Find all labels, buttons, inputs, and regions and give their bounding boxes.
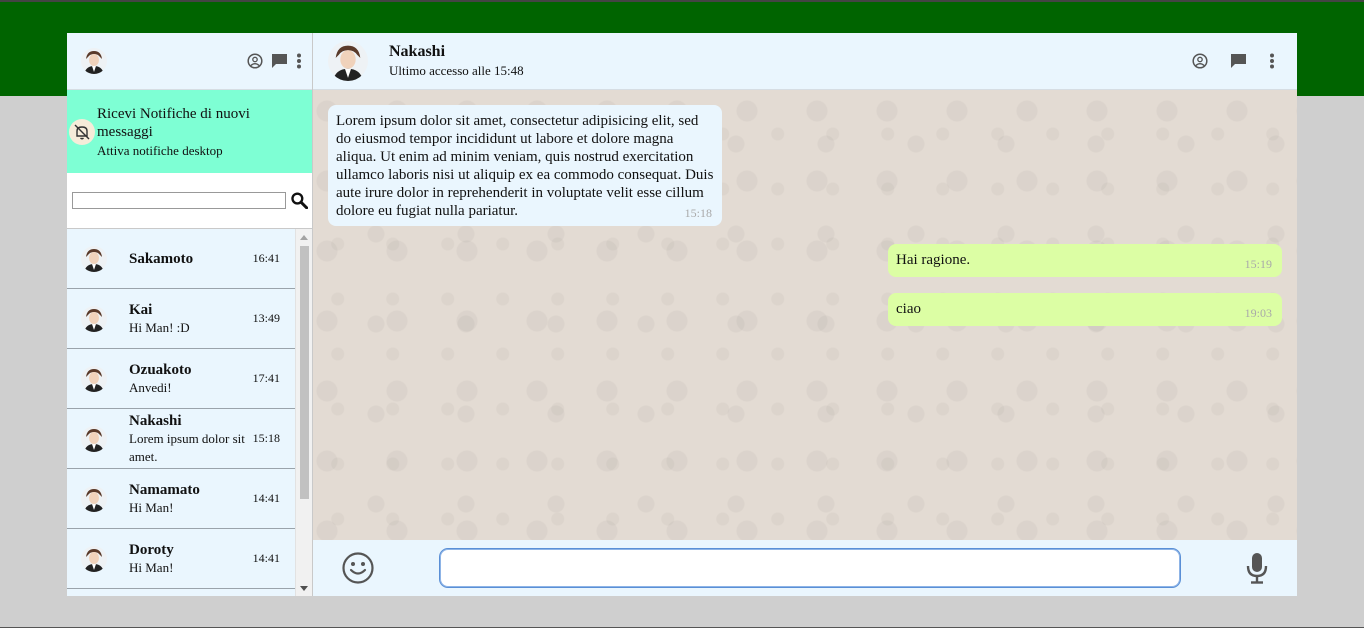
chat-list-item[interactable]: Sakamoto 16:41 [67,229,296,289]
notification-title: Ricevi Notifiche di nuovi messaggi [97,105,250,140]
sent-message: Hai ragione. 15:19 [888,244,1282,277]
chat-time: 15:18 [252,431,280,445]
search-icon[interactable] [291,192,308,209]
scroll-down-arrow[interactable] [300,586,308,591]
chat-info: Doroty Hi Man! [129,541,249,577]
chat-name: Doroty [129,541,174,558]
chat-time: 14:41 [252,491,280,505]
conversation-header: Nakashi Ultimo accesso alle 15:48 [313,33,1297,90]
message-text: Hai ragione. [896,252,971,268]
chat-list-container: Sakamoto 16:41 Kai Hi Man! :D 13:49 Ozuakoto A… [67,229,312,596]
chat-time: 13:49 [252,311,280,325]
chat-name: Nakashi [129,412,182,429]
message-area: Lorem ipsum dolor sit amet, consectetur … [313,90,1297,540]
chat-bubble-icon[interactable] [271,53,288,69]
chat-list-item[interactable]: Kai Hi Man! :D 13:49 [67,289,296,349]
chat-list-item[interactable]: Doroty Hi Man! 14:41 [67,529,296,589]
contact-avatar[interactable] [328,41,368,81]
chat-last-message: Hi Man! :D [129,319,190,335]
chat-info: Namamato Hi Man! [129,481,249,517]
contact-avatar [81,485,107,512]
chat-time: 16:41 [252,251,280,265]
chat-last-message: Hi Man! [129,559,174,575]
chat-last-message: Hi Man! [129,499,174,515]
contact-avatar [81,245,107,272]
kebab-menu-icon[interactable] [1269,53,1275,69]
chat-name: Ozuakoto [129,361,192,378]
chat-list-item[interactable]: Ozuakoto Anvedi! 17:41 [67,349,296,409]
search-input[interactable] [72,192,287,209]
bell-off-icon [69,118,95,145]
chat-info: Nakashi Lorem ipsum dolor sit amet. [129,412,249,466]
notification-subtitle[interactable]: Attiva notifiche desktop [97,143,306,159]
chat-bubble-icon[interactable] [1230,53,1247,69]
chat-list-scrollbar[interactable] [295,229,312,596]
contact-avatar [81,305,107,332]
scroll-up-arrow[interactable] [300,235,308,240]
chat-info: Ozuakoto Anvedi! [129,361,249,397]
contact-avatar [81,545,107,572]
chat-time: 14:41 [252,551,280,565]
chat-list-item[interactable]: Nakashi Lorem ipsum dolor sit amet. 15:18 [67,409,296,469]
received-message: Lorem ipsum dolor sit amet, consectetur … [328,105,722,226]
last-seen-status: Ultimo accesso alle 15:48 [389,63,524,78]
smiley-icon[interactable] [341,551,375,585]
message-composer [313,540,1297,596]
contact-avatar [81,425,107,452]
message-input[interactable] [439,548,1181,588]
message-text: ciao [896,301,921,317]
scroll-thumb[interactable] [300,246,309,499]
sidebar-header [67,33,312,90]
notification-banner[interactable]: Ricevi Notifiche di nuovi messaggi Attiv… [67,90,312,173]
message-time: 15:19 [1244,257,1272,271]
chat-info: Sakamoto [129,250,249,268]
sent-message: ciao 19:03 [888,293,1282,326]
chat-name: Namamato [129,481,200,498]
chat-list-item[interactable]: Namamato Hi Man! 14:41 [67,469,296,529]
kebab-menu-icon[interactable] [296,53,302,69]
message-text: Lorem ipsum dolor sit amet, consectetur … [336,113,714,219]
user-circle-icon[interactable] [247,53,263,69]
chat-time: 17:41 [252,371,280,385]
chat-name: Sakamoto [129,250,194,267]
chat-app: Ricevi Notifiche di nuovi messaggi Attiv… [67,33,1297,596]
chat-last-message: Anvedi! [129,379,172,395]
user-avatar[interactable] [81,48,107,74]
chat-name: Kai [129,301,153,318]
chat-list: Sakamoto 16:41 Kai Hi Man! :D 13:49 Ozuakoto A… [67,229,296,589]
contact-avatar [81,365,107,392]
contact-name: Nakashi [389,43,446,60]
sidebar: Ricevi Notifiche di nuovi messaggi Attiv… [67,33,313,596]
message-time: 15:18 [684,206,712,220]
search-bar [67,173,312,229]
chat-info: Kai Hi Man! :D [129,301,249,337]
message-time: 19:03 [1244,306,1272,320]
microphone-icon[interactable] [1245,552,1269,584]
chat-last-message: Lorem ipsum dolor sit amet. [129,430,245,464]
conversation-panel: Nakashi Ultimo accesso alle 15:48 Lorem … [313,33,1297,596]
user-circle-icon[interactable] [1192,53,1208,69]
